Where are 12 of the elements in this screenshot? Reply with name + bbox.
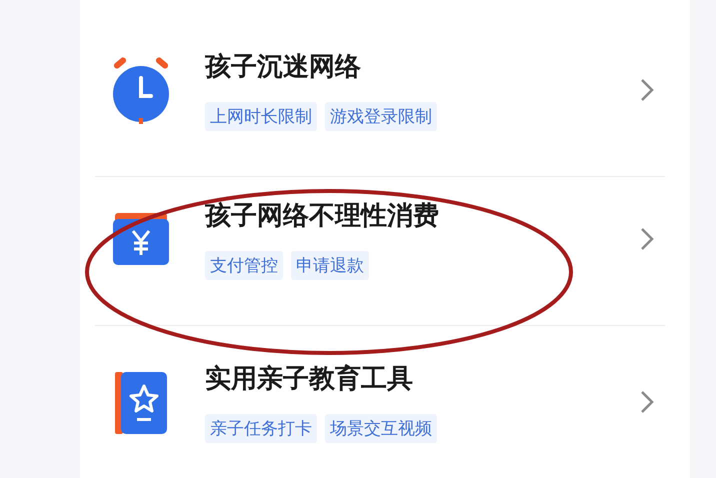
tag[interactable]: 上网时长限制 [205, 102, 317, 131]
tag[interactable]: 亲子任务打卡 [205, 414, 317, 443]
item-title: 实用亲子教育工具 [205, 362, 414, 396]
tag[interactable]: 支付管控 [205, 250, 283, 280]
tag[interactable]: 申请退款 [291, 250, 369, 280]
item-title: 孩子网络不理性消费 [205, 200, 440, 233]
tag[interactable]: 场景交互视频 [325, 414, 437, 443]
chevron-right-icon[interactable] [639, 226, 655, 252]
item-title: 孩子沉迷网络 [205, 50, 362, 84]
chevron-right-icon[interactable] [639, 76, 655, 103]
tag[interactable]: 游戏登录限制 [325, 102, 437, 131]
chevron-right-icon[interactable] [639, 388, 655, 415]
